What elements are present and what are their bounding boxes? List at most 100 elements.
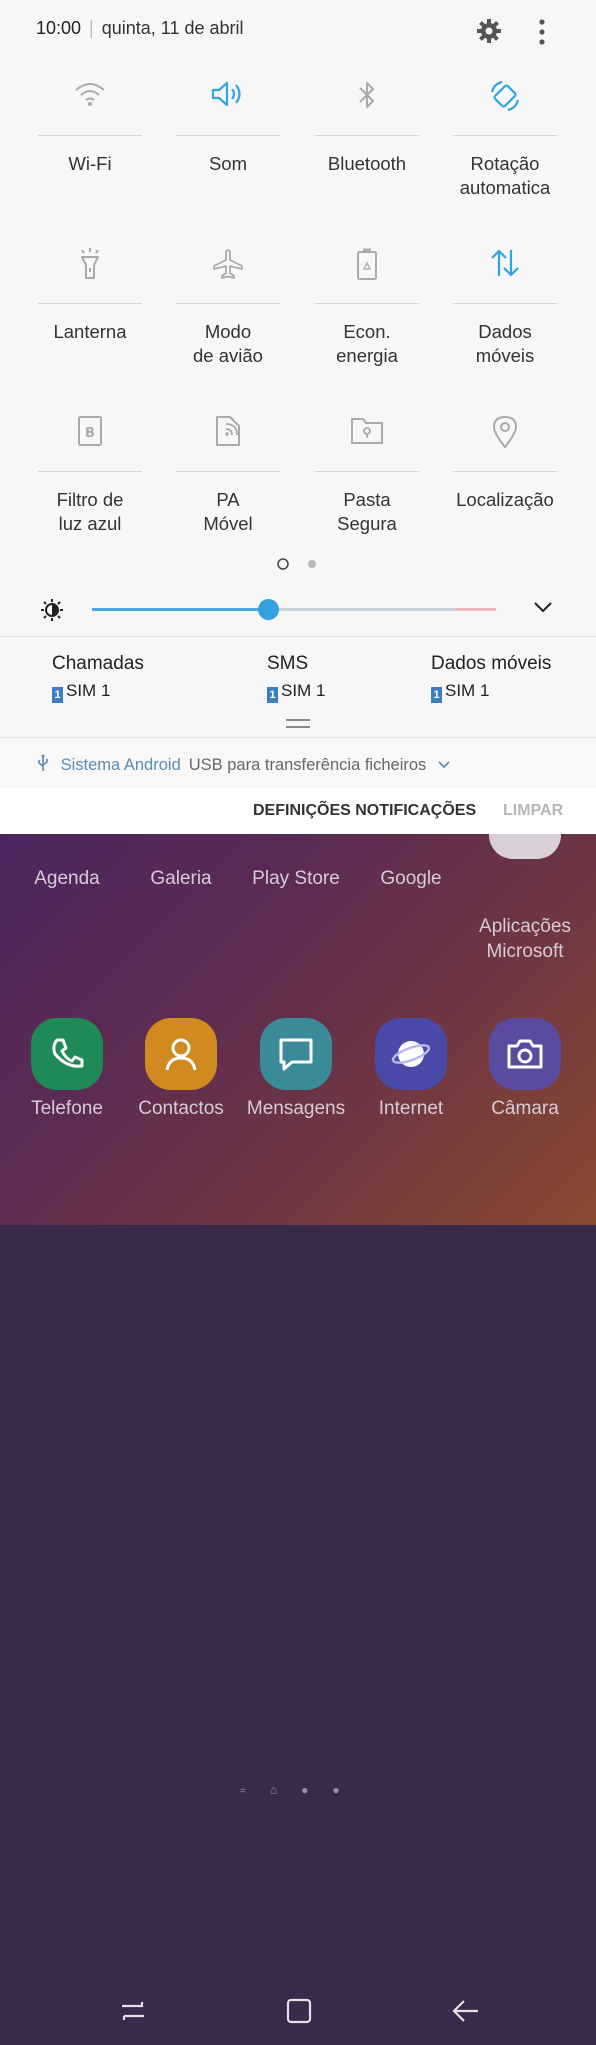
tile-label: Rotação automatica — [459, 153, 551, 198]
tile-wifi[interactable]: Wi-Fi — [21, 65, 159, 176]
blue-light-icon: B — [78, 416, 102, 446]
tile-divider — [38, 471, 142, 472]
gear-icon — [477, 19, 501, 43]
sim-title: Chamadas — [52, 653, 144, 674]
app-label: Telefone — [31, 1098, 103, 1119]
brightness-icon — [40, 598, 64, 627]
navigation-bar — [0, 1960, 596, 2045]
battery-saver-icon — [357, 248, 377, 280]
usb-icon — [36, 754, 55, 774]
brightness-track-warning — [456, 608, 496, 611]
secure-folder-icon — [351, 418, 383, 444]
tile-divider — [453, 135, 557, 136]
tile-divider — [38, 303, 142, 304]
messages-icon — [260, 1018, 332, 1090]
settings-button[interactable] — [476, 18, 502, 49]
tile-blue-light-filter[interactable]: B Filtro de luz azul — [21, 401, 159, 536]
notification-text: USB para transferência ficheiros — [188, 756, 427, 774]
sim-title: Dados móveis — [431, 653, 552, 674]
contacts-icon — [145, 1018, 217, 1090]
app-label: Câmara — [491, 1098, 559, 1119]
sim-card-icon: 1 — [431, 687, 442, 703]
page-indicator — [276, 557, 320, 576]
tile-location[interactable]: Localização — [436, 401, 574, 512]
chevron-down-icon[interactable] — [431, 756, 451, 774]
svg-text:B: B — [85, 426, 95, 441]
tile-divider — [176, 471, 280, 472]
home-button[interactable] — [286, 1998, 312, 2029]
sim-sms[interactable]: SMS 1 SIM 1 — [267, 653, 325, 703]
tile-auto-rotate[interactable]: Rotação automatica — [436, 65, 574, 200]
wifi-icon — [75, 83, 105, 106]
home-page-indicator: =⌂●● — [240, 1783, 364, 1797]
tile-label: Dados móveis — [475, 321, 535, 366]
more-options-button[interactable] — [532, 18, 552, 51]
status-separator: | — [89, 18, 94, 38]
tile-divider — [176, 135, 280, 136]
tile-label: Som — [208, 153, 248, 174]
back-button[interactable] — [452, 1998, 480, 2029]
app-telefone[interactable]: Telefone — [12, 1018, 122, 1120]
tile-sound[interactable]: Som — [159, 65, 297, 176]
app-contactos[interactable]: Contactos — [126, 1018, 236, 1120]
panel-drag-handle[interactable] — [286, 719, 310, 728]
mobile-data-icon — [491, 249, 519, 277]
sim-mobile-data[interactable]: Dados móveis 1 SIM 1 — [431, 653, 551, 703]
tile-label: Pasta Segura — [337, 489, 397, 534]
home-screen: Agenda Galeria Play Store Google Aplicaç… — [0, 792, 596, 2024]
tile-divider — [176, 303, 280, 304]
sim-label: SIM 1 — [66, 681, 111, 700]
tile-airplane[interactable]: Modo de avião — [159, 233, 297, 368]
brightness-slider-thumb[interactable] — [258, 599, 279, 620]
bluetooth-icon — [359, 82, 374, 108]
tile-divider — [453, 471, 557, 472]
tile-power-saving[interactable]: Econ. energia — [298, 233, 436, 368]
brightness-control — [0, 590, 596, 630]
phone-icon — [31, 1018, 103, 1090]
brightness-track[interactable] — [268, 608, 456, 611]
app-label: Contactos — [138, 1098, 224, 1119]
tile-label: Bluetooth — [327, 153, 407, 174]
app-mensagens[interactable]: Mensagens — [241, 1018, 351, 1120]
notification-app-name: Sistema Android — [60, 756, 181, 774]
hotspot-icon — [216, 416, 240, 446]
tile-label: PA Móvel — [203, 489, 253, 534]
app-label: Agenda — [34, 868, 100, 889]
tile-label: Localização — [456, 489, 554, 510]
quick-panel: 10:00 | quinta, 11 de abril Wi-Fi Som Blue… — [0, 0, 596, 834]
clear-button[interactable]: LIMPAR — [503, 802, 563, 820]
app-camara[interactable]: Câmara — [470, 1018, 580, 1120]
tile-label: Modo de avião — [193, 321, 263, 366]
app-internet[interactable]: Internet — [356, 1018, 466, 1120]
date: quinta, 11 de abril — [101, 18, 244, 38]
tile-bluetooth[interactable]: Bluetooth — [298, 65, 436, 176]
notification-settings-button[interactable]: DEFINIÇÕES NOTIFICAÇÕES — [253, 802, 476, 820]
tile-flashlight[interactable]: Lanterna — [21, 233, 159, 344]
camera-icon — [489, 1018, 561, 1090]
chevron-down-icon — [534, 602, 552, 613]
expand-brightness-button[interactable] — [533, 600, 553, 619]
flashlight-icon — [81, 248, 99, 279]
recent-apps-button[interactable] — [120, 1998, 146, 2029]
tile-label: Filtro de luz azul — [56, 489, 124, 534]
tile-mobile-data[interactable]: Dados móveis — [436, 233, 574, 368]
sim-card-icon: 1 — [52, 687, 63, 703]
tile-divider — [315, 471, 419, 472]
tile-label: Econ. energia — [336, 321, 398, 366]
sim-title: SMS — [267, 653, 309, 674]
brightness-track-filled — [92, 608, 268, 611]
usb-notification[interactable]: Sistema Android USB para transferência fi… — [0, 737, 596, 789]
tile-secure-folder[interactable]: Pasta Segura — [298, 401, 436, 536]
app-microsoft[interactable]: Aplicações Microsoft — [470, 817, 580, 989]
location-icon — [492, 415, 518, 449]
internet-icon — [375, 1018, 447, 1090]
sim-card-icon: 1 — [267, 687, 278, 703]
app-label: Aplicações Microsoft — [479, 916, 571, 962]
app-label: Google — [380, 868, 442, 889]
sim-calls[interactable]: Chamadas 1 SIM 1 — [52, 653, 144, 703]
tile-mobile-hotspot[interactable]: PA Móvel — [159, 401, 297, 536]
airplane-icon — [213, 249, 243, 279]
status-bar: 10:00 | quinta, 11 de abril — [36, 18, 244, 39]
tile-label: Lanterna — [53, 321, 127, 342]
tile-divider — [315, 135, 419, 136]
